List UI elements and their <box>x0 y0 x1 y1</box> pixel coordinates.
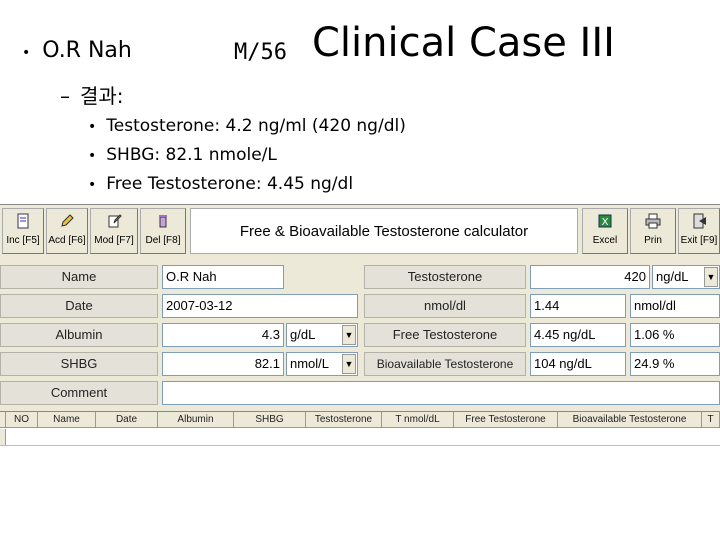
bio-t-value: 104 ng/dL <box>530 352 626 376</box>
delete-button-label: Del [F8] <box>145 235 181 246</box>
svg-text:X: X <box>602 217 609 228</box>
grid-header-t-nmol[interactable]: T nmol/dL <box>382 412 454 428</box>
slide-title: Clinical Case III <box>312 20 615 66</box>
nmol-label: nmol/dl <box>364 294 526 318</box>
row-selector[interactable] <box>0 429 6 445</box>
shbg-label: SHBG <box>0 352 158 376</box>
bullet-dot: • <box>88 148 97 164</box>
result-text: Testosterone: 4.2 ng/ml (420 ng/dl) <box>106 116 406 136</box>
add-button-label: Acd [F6] <box>48 235 86 246</box>
add-button[interactable]: Acd [F6] <box>46 208 88 254</box>
albumin-unit-select[interactable]: g/dL ▼ <box>286 323 358 347</box>
chevron-down-icon[interactable]: ▼ <box>342 325 356 345</box>
chevron-down-icon[interactable]: ▼ <box>704 267 718 287</box>
toolbar: Inc [F5] Acd [F6] Mod [F7] Del [F8] Free… <box>0 205 720 257</box>
exit-button[interactable]: Exit [F9] <box>678 208 720 254</box>
grid-header-free-t[interactable]: Free Testosterone <box>454 412 558 428</box>
shbg-unit-select[interactable]: nmol/L ▼ <box>286 352 358 376</box>
patient-name: O.R Nah <box>42 38 132 63</box>
insert-button[interactable]: Inc [F5] <box>2 208 44 254</box>
grid-header-no[interactable]: NO <box>6 412 38 428</box>
excel-button-label: Excel <box>592 235 618 246</box>
insert-button-label: Inc [F5] <box>6 235 40 246</box>
nmol-value: 1.44 <box>530 294 626 318</box>
grid-header-name[interactable]: Name <box>38 412 96 428</box>
dash-marker: – <box>60 84 70 108</box>
results-heading-label: 결과: <box>80 84 124 108</box>
date-input[interactable]: 2007-03-12 <box>162 294 358 318</box>
testosterone-unit-value: ng/dL <box>656 269 689 284</box>
excel-icon: X <box>597 213 613 229</box>
excel-button[interactable]: X Excel <box>582 208 628 254</box>
free-t-percent: 1.06 % <box>630 323 720 347</box>
bullet-dot: • <box>88 177 97 193</box>
result-item: • SHBG: 82.1 nmole/L <box>88 145 277 165</box>
testosterone-input[interactable]: 420 <box>530 265 650 289</box>
testosterone-unit-select[interactable]: ng/dL ▼ <box>652 265 720 289</box>
patient-bullet: • O.R Nah <box>22 38 132 63</box>
shbg-unit-value: nmol/L <box>290 356 330 371</box>
bio-t-label: Bioavailable Testosterone <box>364 352 526 376</box>
exit-icon <box>691 213 707 229</box>
print-button[interactable]: Prin <box>630 208 676 254</box>
edit-icon <box>106 213 122 229</box>
free-t-label: Free Testosterone <box>364 323 526 347</box>
result-text: Free Testosterone: 4.45 ng/dl <box>106 174 354 194</box>
table-row[interactable] <box>0 429 720 446</box>
result-text: SHBG: 82.1 nmole/L <box>106 145 277 165</box>
free-t-value: 4.45 ng/dL <box>530 323 626 347</box>
testosterone-label: Testosterone <box>364 265 526 289</box>
date-label: Date <box>0 294 158 318</box>
bio-t-percent: 24.9 % <box>630 352 720 376</box>
exit-button-label: Exit [F9] <box>680 235 718 246</box>
albumin-unit-value: g/dL <box>290 327 316 342</box>
grid-header-t[interactable]: T <box>702 412 720 428</box>
document-icon <box>15 213 31 229</box>
modify-button[interactable]: Mod [F7] <box>90 208 138 254</box>
comment-label: Comment <box>0 381 158 405</box>
grid-header-date[interactable]: Date <box>96 412 158 428</box>
results-grid: NO Name Date Albumin SHBG Testosterone T… <box>0 411 720 446</box>
grid-header-testosterone[interactable]: Testosterone <box>306 412 382 428</box>
app-title: Free & Bioavailable Testosterone calcula… <box>190 208 578 254</box>
result-item: • Free Testosterone: 4.45 ng/dl <box>88 174 353 194</box>
calculator-form: Name O.R Nah Date 2007-03-12 Albumin 4.3… <box>0 261 720 407</box>
results-heading: – 결과: <box>60 80 124 109</box>
comment-input[interactable] <box>162 381 720 405</box>
modify-button-label: Mod [F7] <box>94 235 134 246</box>
chevron-down-icon[interactable]: ▼ <box>342 354 356 374</box>
print-button-label: Prin <box>644 235 662 246</box>
nmol-unit: nmol/dl <box>630 294 720 318</box>
patient-age: M/56 <box>234 40 287 65</box>
grid-header-shbg[interactable]: SHBG <box>234 412 306 428</box>
shbg-input[interactable]: 82.1 <box>162 352 284 376</box>
calculator-window: Inc [F5] Acd [F6] Mod [F7] Del [F8] Free… <box>0 204 720 446</box>
printer-icon <box>645 213 661 229</box>
grid-header-albumin[interactable]: Albumin <box>158 412 234 428</box>
delete-button[interactable]: Del [F8] <box>140 208 186 254</box>
grid-header-bio-t[interactable]: Bioavailable Testosterone <box>558 412 702 428</box>
bullet-dot: • <box>22 45 31 61</box>
albumin-label: Albumin <box>0 323 158 347</box>
trash-icon <box>155 213 171 229</box>
pencil-icon <box>59 213 75 229</box>
name-input[interactable]: O.R Nah <box>162 265 284 289</box>
name-label: Name <box>0 265 158 289</box>
bullet-dot: • <box>88 119 97 135</box>
result-item: • Testosterone: 4.2 ng/ml (420 ng/dl) <box>88 116 406 136</box>
albumin-input[interactable]: 4.3 <box>162 323 284 347</box>
